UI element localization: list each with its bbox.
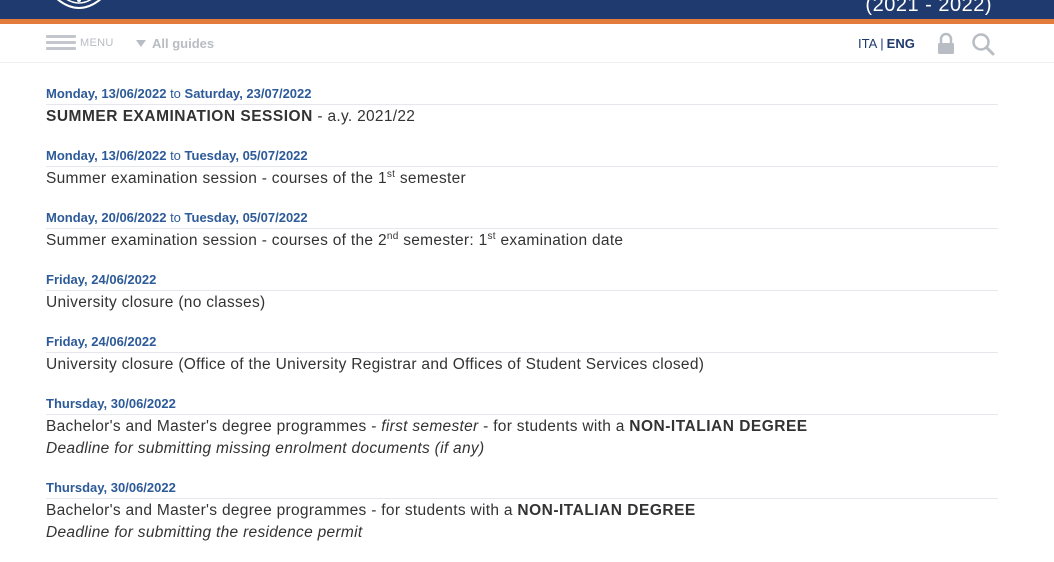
calendar-event: Monday, 20/06/2022 to Tuesday, 05/07/202… xyxy=(46,208,998,270)
calendar-event: Friday, 24/06/2022 University closure (n… xyxy=(46,270,998,332)
language-switcher: ITA | ENG xyxy=(858,36,915,51)
deadline-text: Deadline for submitting the residence pe… xyxy=(46,524,363,541)
event-description: SUMMER EXAMINATION SESSION - a.y. 2021/2… xyxy=(46,106,998,128)
event-end-date: Saturday, 23/07/2022 xyxy=(184,86,312,101)
event-date-to: to xyxy=(170,86,181,101)
event-date-range: Thursday, 30/06/2022 xyxy=(46,478,998,499)
event-title-bold: SUMMER EXAMINATION SESSION xyxy=(46,108,313,125)
event-start-date: Monday, 13/06/2022 xyxy=(46,86,167,101)
event-date: Thursday, 30/06/2022 xyxy=(46,480,176,495)
event-text: Summer examination session - courses of … xyxy=(46,232,387,249)
lang-separator: | xyxy=(880,36,884,51)
event-deadline-note: Deadline for submitting missing enrolmen… xyxy=(46,438,998,460)
event-end-date: Tuesday, 05/07/2022 xyxy=(184,210,308,225)
event-start-date: Monday, 13/06/2022 xyxy=(46,148,167,163)
calendar-event: Friday, 24/06/2022 University closure (O… xyxy=(46,332,998,394)
event-description: Bachelor's and Master's degree programme… xyxy=(46,500,998,522)
navigation-bar: MENU All guides ITA | ENG xyxy=(0,24,1054,63)
event-text: Bachelor's and Master's degree programme… xyxy=(46,502,518,519)
deadline-text: Deadline for submitting missing enrolmen… xyxy=(46,440,485,457)
event-text: - for students with a xyxy=(478,418,630,435)
menu-button[interactable]: MENU xyxy=(46,34,114,52)
event-date-range: Friday, 24/06/2022 xyxy=(46,332,998,353)
lang-eng-link[interactable]: ENG xyxy=(887,36,915,51)
calendar-event-list: Monday, 13/06/2022 to Saturday, 23/07/20… xyxy=(46,84,998,562)
lang-ita-link[interactable]: ITA xyxy=(858,36,877,51)
ordinal-suffix: nd xyxy=(386,231,399,242)
event-end-date: Tuesday, 05/07/2022 xyxy=(184,148,308,163)
event-date-range: Monday, 13/06/2022 to Tuesday, 05/07/202… xyxy=(46,146,998,167)
all-guides-label: All guides xyxy=(152,36,215,51)
event-date-to: to xyxy=(170,148,181,163)
ordinal-suffix: st xyxy=(386,169,396,180)
event-text-bold: NON-ITALIAN DEGREE xyxy=(629,418,808,435)
event-deadline-note: Deadline for submitting the residence pe… xyxy=(46,522,998,544)
university-logo-icon[interactable] xyxy=(52,0,106,12)
event-date-range: Monday, 13/06/2022 to Saturday, 23/07/20… xyxy=(46,84,998,105)
event-description: University closure (no classes) xyxy=(46,294,266,311)
event-date: Thursday, 30/06/2022 xyxy=(46,396,176,411)
event-text: examination date xyxy=(495,232,624,249)
calendar-event: Thursday, 30/06/2022 Bachelor's and Mast… xyxy=(46,394,998,478)
academic-year-label: (2021 - 2022) xyxy=(865,0,992,16)
event-text: Bachelor's and Master's degree programme… xyxy=(46,418,382,435)
calendar-event: Monday, 13/06/2022 to Tuesday, 05/07/202… xyxy=(46,146,998,208)
search-icon[interactable] xyxy=(971,32,995,56)
event-date-to: to xyxy=(170,210,181,225)
event-text: semester xyxy=(395,170,467,187)
hamburger-icon xyxy=(46,34,76,52)
event-date-range: Thursday, 30/06/2022 xyxy=(46,394,998,415)
event-text: semester: 1 xyxy=(398,232,488,249)
event-text: Summer examination session - courses of … xyxy=(46,170,387,187)
event-date: Friday, 24/06/2022 xyxy=(46,334,157,349)
ordinal-suffix: st xyxy=(487,231,496,242)
event-date: Friday, 24/06/2022 xyxy=(46,272,157,287)
top-banner: (2021 - 2022) xyxy=(0,0,1054,19)
lock-icon[interactable] xyxy=(935,32,957,56)
event-date-range: Friday, 24/06/2022 xyxy=(46,270,998,291)
menu-label: MENU xyxy=(80,37,114,49)
calendar-event: Monday, 13/06/2022 to Saturday, 23/07/20… xyxy=(46,84,998,146)
event-description: Summer examination session - courses of … xyxy=(46,168,998,190)
event-title-rest: - a.y. 2021/22 xyxy=(312,108,416,125)
event-date-range: Monday, 20/06/2022 to Tuesday, 05/07/202… xyxy=(46,208,998,229)
event-description: Summer examination session - courses of … xyxy=(46,230,998,252)
event-description: University closure (Office of the Univer… xyxy=(46,356,705,373)
event-text-italic: first semester xyxy=(381,418,479,435)
triangle-down-icon xyxy=(136,40,146,47)
calendar-event: Thursday, 30/06/2022 Bachelor's and Mast… xyxy=(46,478,998,562)
event-text-bold: NON-ITALIAN DEGREE xyxy=(517,502,696,519)
all-guides-dropdown[interactable]: All guides xyxy=(136,36,214,51)
event-start-date: Monday, 20/06/2022 xyxy=(46,210,167,225)
event-description: Bachelor's and Master's degree programme… xyxy=(46,416,998,438)
